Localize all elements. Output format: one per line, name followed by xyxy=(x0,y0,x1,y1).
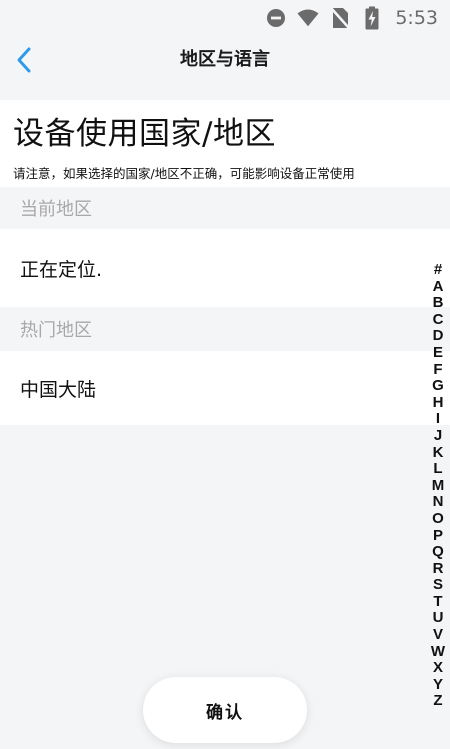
battery-charging-icon xyxy=(361,6,383,30)
alphabet-index-letter[interactable]: N xyxy=(433,494,444,511)
alphabet-index-letter[interactable]: R xyxy=(433,560,444,578)
current-region-row[interactable]: 正在定位. xyxy=(0,229,450,307)
alphabet-index-letter[interactable]: O xyxy=(432,510,444,528)
wifi-icon xyxy=(297,7,319,29)
alphabet-index-letter[interactable]: Q xyxy=(432,543,444,561)
page-title: 设备使用国家/地区 xyxy=(13,116,276,152)
alphabet-index-letter[interactable]: T xyxy=(433,593,442,611)
alphabet-index-letter[interactable]: D xyxy=(433,328,444,345)
alphabet-index-letter[interactable]: J xyxy=(434,427,442,445)
section-header-current: 当前地区 xyxy=(0,187,450,229)
alphabet-index-letter[interactable]: I xyxy=(436,411,440,428)
confirm-button[interactable]: 确认 xyxy=(143,677,307,743)
heading-block: 设备使用国家/地区 请注意，如果选择的国家/地区不正确，可能影响设备正常使用 xyxy=(0,100,450,187)
alphabet-index-letter[interactable]: V xyxy=(433,626,443,644)
section-header-hot: 热门地区 xyxy=(0,307,450,351)
region-item-china-mainland[interactable]: 中国大陆 xyxy=(0,351,450,425)
nav-bar: 地区与语言 xyxy=(0,36,450,84)
alphabet-index-letter[interactable]: C xyxy=(433,311,444,329)
alphabet-index-letter[interactable]: E xyxy=(433,344,443,362)
status-bar: 5:53 xyxy=(0,0,450,36)
page-header-title: 地区与语言 xyxy=(180,49,270,70)
alphabet-index-letter[interactable]: Y xyxy=(433,676,443,694)
no-sim-icon xyxy=(329,7,351,29)
alphabet-index-letter[interactable]: # xyxy=(434,261,442,279)
do-not-disturb-icon xyxy=(265,7,287,29)
alphabet-index-letter[interactable]: H xyxy=(433,394,444,412)
alphabet-index-letter[interactable]: Z xyxy=(433,693,442,710)
alphabet-index-letter[interactable]: A xyxy=(433,278,444,296)
alphabet-index-letter[interactable]: S xyxy=(433,577,443,594)
alphabet-index-letter[interactable]: M xyxy=(432,477,445,495)
alphabet-index-letter[interactable]: W xyxy=(431,643,445,661)
alphabet-index-letter[interactable]: B xyxy=(433,295,444,312)
alphabet-index-letter[interactable]: K xyxy=(433,444,444,462)
alphabet-index-letter[interactable]: U xyxy=(433,610,444,627)
alphabet-index-letter[interactable]: F xyxy=(433,361,442,379)
alphabet-index-letter[interactable]: G xyxy=(432,378,444,395)
notice-text: 请注意，如果选择的国家/地区不正确，可能影响设备正常使用 xyxy=(13,166,355,181)
alphabet-index-letter[interactable]: L xyxy=(433,461,442,478)
status-time: 5:53 xyxy=(395,7,438,29)
alphabet-index-letter[interactable]: X xyxy=(433,660,443,677)
alphabet-index[interactable]: # A B C D E F G H I J K L M N O P Q R S T U V W X Y Z xyxy=(428,261,448,710)
alphabet-index-letter[interactable]: P xyxy=(433,527,443,545)
